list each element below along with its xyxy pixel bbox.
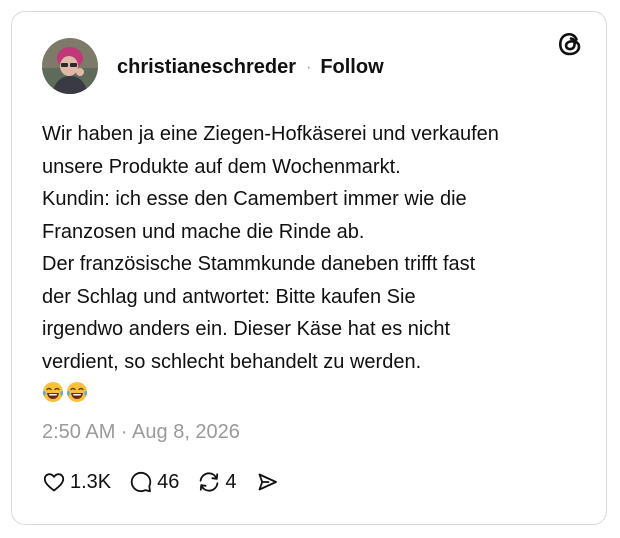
emoji-row [42, 381, 582, 403]
comment-icon [129, 470, 153, 494]
repost-icon [197, 470, 221, 494]
header-separator: · [305, 58, 312, 76]
like-button[interactable]: 1.3K [42, 470, 111, 494]
post-text-line: unsere Produkte auf dem Wochenmarkt. [42, 155, 401, 178]
post-card: christianeschreder · Follow Wir haben ja… [11, 11, 607, 525]
post-text-line: Kundin: ich esse den Camembert immer wie… [42, 188, 467, 210]
tears-of-joy-emoji-icon [42, 381, 64, 403]
repost-button[interactable]: 4 [197, 470, 237, 494]
tears-of-joy-emoji-icon [66, 381, 88, 403]
username[interactable]: christianeschreder [117, 56, 296, 79]
repost-count: 4 [225, 470, 237, 493]
post-text-line: der Schlag und antwortet: Bitte kaufen S… [42, 285, 416, 308]
post-timestamp[interactable]: 2:50 AM · Aug 8, 2026 [42, 421, 240, 444]
heart-icon [42, 470, 66, 494]
like-count: 1.3K [70, 470, 112, 493]
post-text-line: Franzosen und mache die Rinde ab. [42, 220, 365, 243]
post-body: Wir haben ja eine Ziegen-Hofkäserei und … [42, 118, 582, 403]
post-text-line: Wir haben ja eine Ziegen-Hofkäserei und … [42, 123, 499, 145]
threads-logo-icon[interactable] [556, 30, 584, 58]
post-header: christianeschreder · Follow [117, 56, 384, 79]
reply-count: 46 [157, 470, 180, 493]
post-text-line: Der französische Stammkunde daneben trif… [42, 253, 476, 275]
share-button[interactable] [255, 470, 279, 494]
avatar[interactable] [42, 38, 98, 94]
share-icon [255, 470, 279, 494]
follow-button[interactable]: Follow [320, 56, 383, 79]
action-bar: 1.3K 46 4 [42, 470, 297, 494]
post-text-line: verdient, so schlecht behandelt zu werde… [42, 350, 422, 373]
reply-button[interactable]: 46 [129, 470, 179, 494]
post-text-line: irgendwo anders ein. Dieser Käse hat es … [42, 318, 451, 340]
